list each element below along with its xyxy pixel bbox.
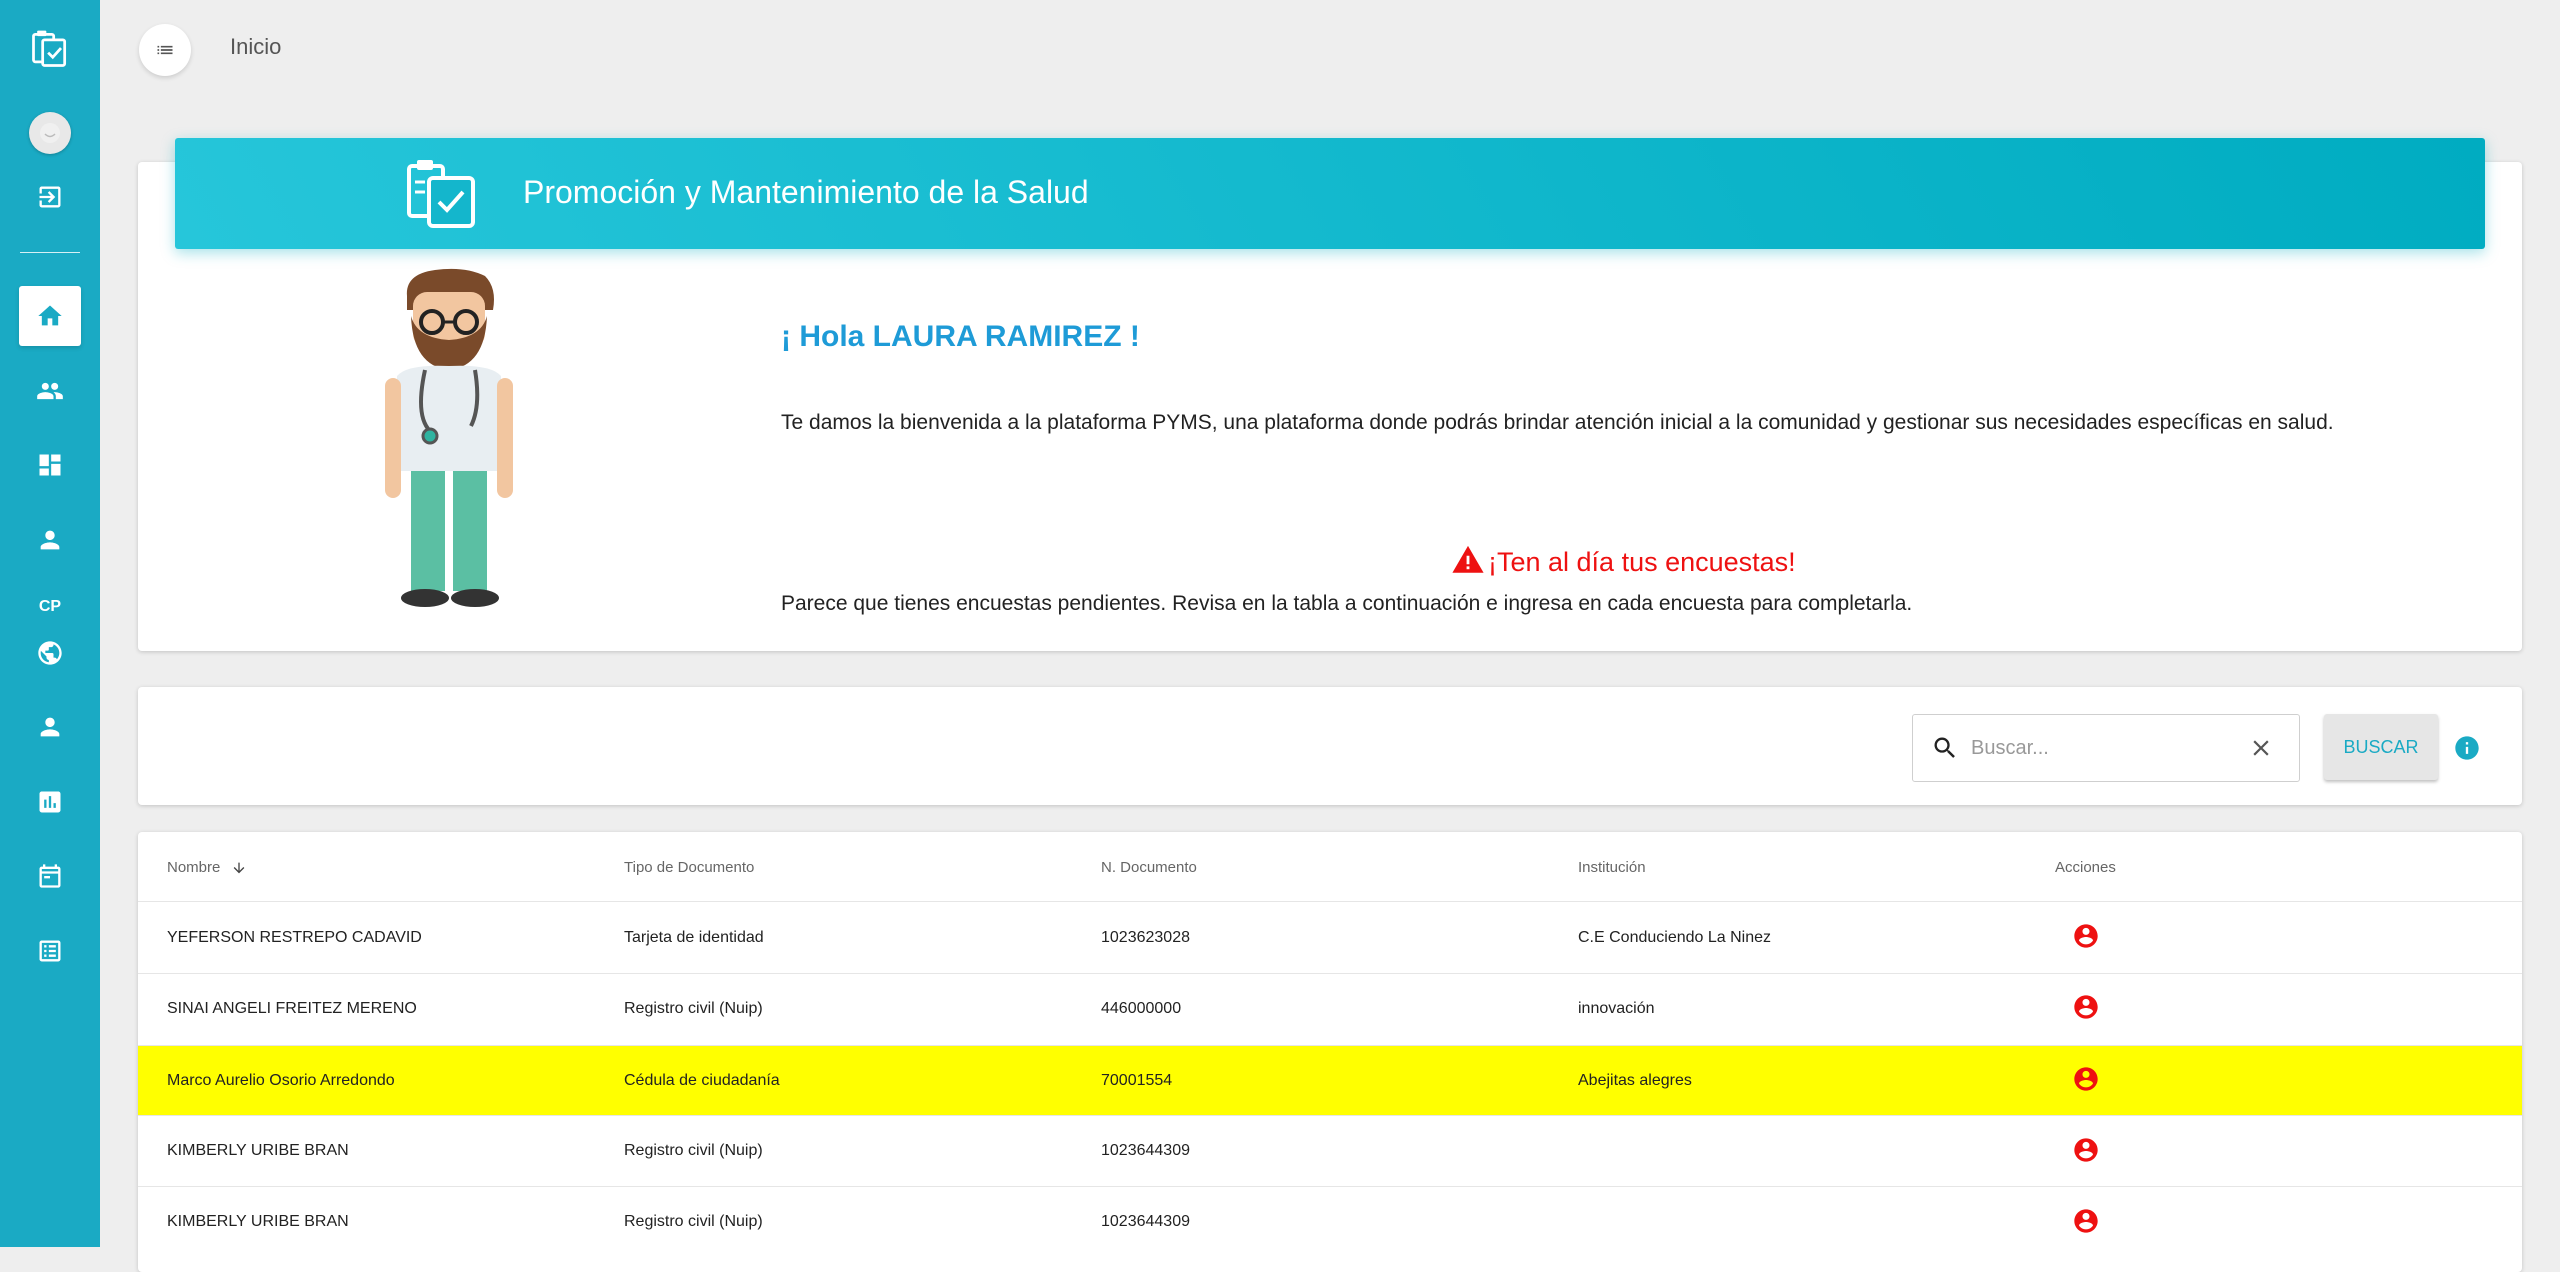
welcome-card-title: Promoción y Mantenimiento de la Salud [523,174,1089,210]
menu-toggle-button[interactable] [139,24,191,76]
user-avatar[interactable] [0,111,100,155]
column-header-numero[interactable]: N. Documento [1101,859,1197,876]
sidebar-item-list[interactable] [0,936,100,966]
sidebar-item-globe[interactable] [0,638,100,668]
cell-tipo: Registro civil (Nuip) [624,1142,763,1159]
person-icon [40,530,60,550]
user-action-icon[interactable] [2072,922,2100,950]
pending-surveys-alert: ¡Ten al día tus encuestas! [1450,543,1796,577]
cell-institucion: Abejitas alegres [1578,1072,1692,1089]
logout-icon [39,186,61,208]
sidebar-item-people[interactable] [0,376,100,406]
cell-tipo: Cédula de ciudadanía [624,1072,780,1089]
smiley-icon [40,123,60,143]
cell-nombre: Marco Aurelio Osorio Arredondo [167,1072,395,1089]
cell-tipo: Registro civil (Nuip) [624,1213,763,1230]
table-row-divider [138,1115,2522,1116]
cell-numero: 1023644309 [1101,1142,1190,1159]
cell-numero: 70001554 [1101,1072,1173,1089]
user-action-icon[interactable] [2072,1065,2100,1093]
app-logo[interactable] [0,24,100,74]
people-icon [37,382,63,400]
alert-text: ¡Ten al día tus encuestas! [1488,547,1796,577]
cell-institucion: innovación [1578,1000,1655,1017]
table-row-divider [138,973,2522,974]
column-header-nombre[interactable]: Nombre [167,859,247,876]
survey-clipboard-icon [32,30,67,67]
sidebar-item-reports[interactable] [0,787,100,817]
survey-clipboard-icon [407,160,475,228]
column-header-tipo[interactable]: Tipo de Documento [624,859,754,876]
sort-arrow-down-icon [233,862,244,874]
cell-numero: 446000000 [1101,1000,1182,1017]
cell-institucion: C.E Conduciendo La Ninez [1578,929,1772,946]
user-action-icon[interactable] [2072,993,2100,1021]
welcome-message: Te damos la bienvenida a la plataforma P… [781,411,2334,434]
cell-nombre: YEFERSON RESTREPO CADAVID [167,929,422,946]
table-row-divider [138,901,2522,902]
greeting-heading: ¡ Hola LAURA RAMIREZ ! [781,320,1140,353]
pending-surveys-message: Parece que tienes encuestas pendientes. … [781,592,1913,615]
sidebar-item-home[interactable] [19,286,81,346]
home-icon [38,305,62,326]
info-icon[interactable] [2453,734,2481,762]
sidebar: CP [0,0,100,1247]
sidebar-item-cp[interactable]: CP [0,597,100,611]
cell-numero: 1023644309 [1101,1213,1190,1230]
globe-icon [38,641,62,665]
cell-tipo: Registro civil (Nuip) [624,1000,763,1017]
doctor-illustration [385,268,513,607]
table-row-divider [138,1186,2522,1187]
calendar-icon [39,864,61,888]
welcome-card-header: Promoción y Mantenimiento de la Salud [175,138,2485,249]
sidebar-item-calendar[interactable] [0,861,100,891]
sidebar-item-dashboard[interactable] [0,450,100,480]
cell-nombre: SINAI ANGELI FREITEZ MERENO [167,1000,417,1017]
cell-numero: 1023623028 [1101,929,1190,946]
avatar [29,112,71,154]
list-menu-icon [157,45,173,55]
sidebar-divider [20,252,80,253]
search-input[interactable] [1969,731,2243,765]
column-header-acciones: Acciones [2055,859,2116,876]
page-title: Inicio [230,34,282,59]
table-row-highlight [138,1045,2522,1115]
column-header-label: Nombre [167,859,221,876]
cell-tipo: Tarjeta de identidad [624,929,764,946]
sidebar-item-person-2[interactable] [0,712,100,742]
search-icon [1934,737,1955,758]
column-header-institucion[interactable]: Institución [1578,859,1646,876]
bar-chart-icon [39,791,61,813]
search-button[interactable]: BUSCAR [2324,714,2438,780]
logout-button[interactable] [0,182,100,212]
list-icon [39,940,61,962]
cell-nombre: KIMBERLY URIBE BRAN [167,1142,349,1159]
warning-icon [1452,545,1484,573]
dashboard-icon [39,454,61,476]
user-action-icon[interactable] [2072,1136,2100,1164]
user-action-icon[interactable] [2072,1207,2100,1235]
cell-nombre: KIMBERLY URIBE BRAN [167,1213,349,1230]
clear-icon[interactable] [2248,735,2274,761]
sidebar-item-person[interactable] [0,525,100,555]
search-field [1912,714,2300,782]
table-row-divider [138,1045,2522,1046]
person-icon [40,717,60,737]
